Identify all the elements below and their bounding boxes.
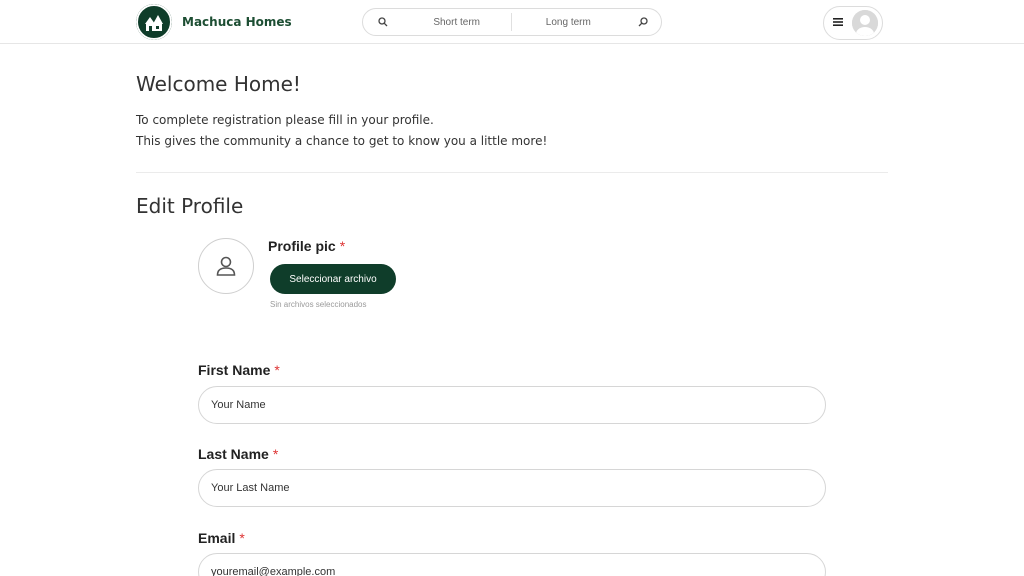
user-menu-button[interactable] [823,6,883,40]
search-icon [363,17,403,27]
brand-logo[interactable]: Machuca Homes [136,4,292,40]
search-bar[interactable]: Short term Long term [362,8,662,36]
email-label: Email * [198,530,245,546]
last-name-label: Last Name * [198,446,278,462]
last-name-value: Your Last Name [211,482,290,494]
search-submit-icon[interactable] [625,17,661,27]
intro-text-line-1: To complete registration please fill in … [136,113,434,127]
edit-profile-heading: Edit Profile [136,194,244,218]
first-name-field[interactable]: Your Name [198,386,826,424]
email-value: youremail@example.com [211,566,336,576]
hamburger-menu-icon [833,17,845,29]
required-mark: * [274,362,280,378]
profile-pic-label-text: Profile pic [268,238,336,254]
short-term-option[interactable]: Short term [403,17,511,28]
intro-text-line-2: This gives the community a chance to get… [136,134,548,148]
required-mark: * [339,238,346,254]
user-icon [216,256,236,276]
last-name-label-text: Last Name [198,446,269,462]
required-mark: * [272,446,279,462]
first-name-value: Your Name [211,399,266,411]
last-name-field[interactable]: Your Last Name [198,469,826,507]
select-file-button[interactable]: Seleccionar archivo [270,264,396,294]
profile-pic-label: Profile pic * [268,238,345,254]
welcome-heading: Welcome Home! [136,72,301,96]
first-name-label: First Name * [198,362,280,378]
email-label-text: Email [198,530,236,546]
first-name-label-text: First Name [198,362,271,378]
top-navbar: Machuca Homes Short term Long term [0,0,1024,44]
profile-pic-preview [198,238,254,294]
required-mark: * [239,530,245,546]
long-term-option[interactable]: Long term [512,17,626,28]
section-divider [136,172,888,173]
brand-name: Machuca Homes [182,15,292,29]
email-field[interactable]: youremail@example.com [198,553,826,576]
user-avatar-icon [852,10,878,36]
machuca-homes-logo-icon [136,4,172,40]
file-status-text: Sin archivos seleccionados [270,300,367,309]
